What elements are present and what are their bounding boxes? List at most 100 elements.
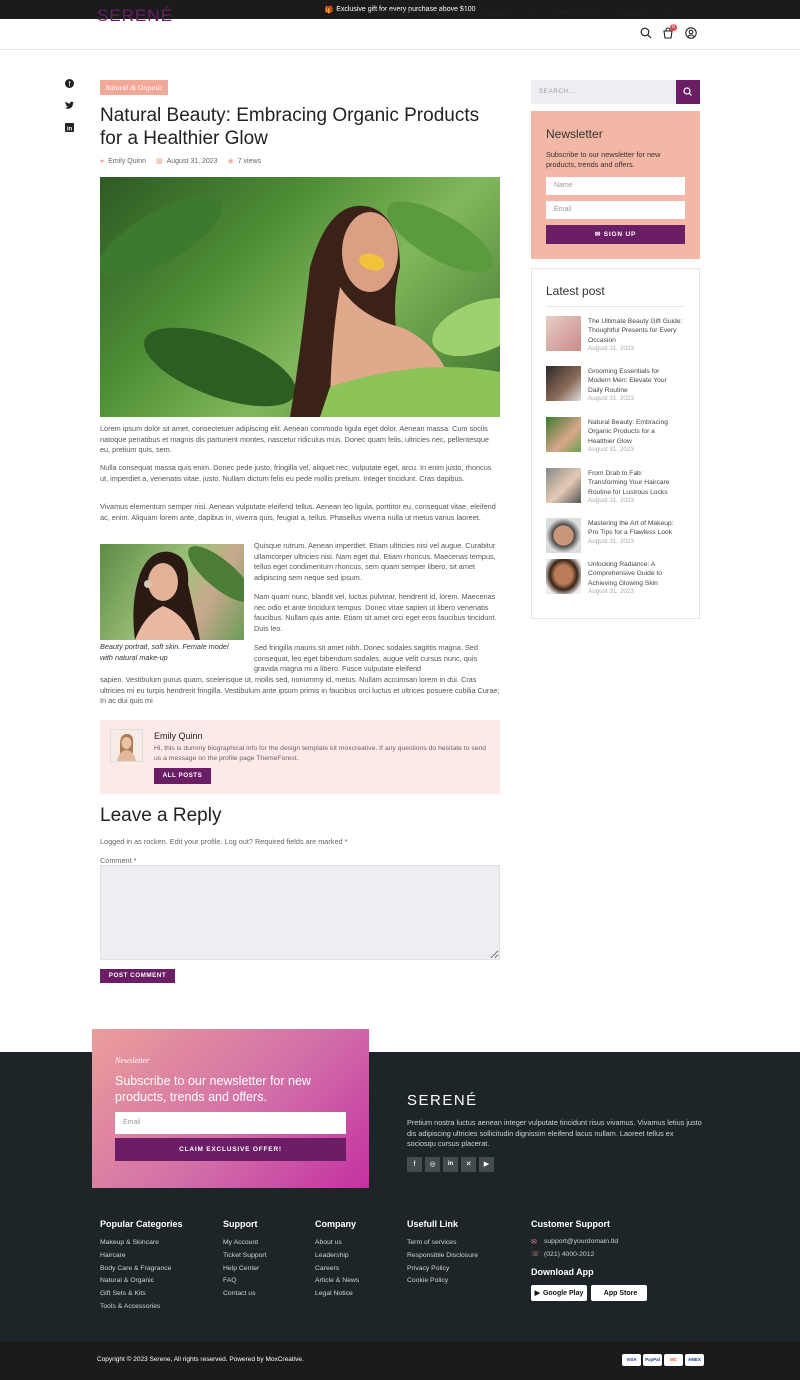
instagram-icon[interactable]: ◎ <box>425 1157 440 1172</box>
latest-post-date: August 31, 2023 <box>588 588 634 595</box>
app-store-button[interactable]: App Store <box>591 1285 647 1301</box>
post-author[interactable]: Emily Quinn <box>108 158 146 165</box>
latest-post-link[interactable]: Mastering the Art of Makeup: Pro Tips fo… <box>588 519 683 538</box>
latest-post-title: Latest post <box>546 284 605 298</box>
footer-link[interactable]: Help Center <box>223 1263 267 1276</box>
latest-post-date: August 31, 2023 <box>588 497 634 504</box>
footer-link[interactable]: About us <box>315 1237 359 1250</box>
facebook-icon[interactable]: f <box>407 1157 422 1172</box>
paragraph-2: Nulla consequat massa quis enim. Donec p… <box>100 463 492 483</box>
signup-button[interactable]: ✉ SIGN UP <box>546 225 685 244</box>
image-caption: Beauty portrait, soft skin. Female model… <box>100 642 229 662</box>
post-comment-button[interactable]: POST COMMENT <box>100 969 175 983</box>
latest-post-link[interactable]: Natural Beauty: Embracing Organic Produc… <box>588 418 683 446</box>
nav-shop[interactable]: SHOP ⌄ <box>487 10 534 18</box>
newsletter-title: Newsletter <box>546 127 603 141</box>
latest-post-link[interactable]: The Ultimate Beauty Gift Guide: Thoughtf… <box>588 317 683 345</box>
footer-email-input[interactable]: Email <box>115 1112 346 1134</box>
twitter-icon[interactable]: ✕ <box>461 1157 476 1172</box>
footer-link[interactable]: Contact us <box>223 1288 267 1301</box>
mastercard-icon: MC <box>664 1354 683 1366</box>
user-icon[interactable] <box>685 27 697 39</box>
youtube-icon[interactable]: ▶ <box>479 1157 494 1172</box>
sidebar-search-input[interactable]: SEARCH... <box>531 80 676 104</box>
footer-col-title: Usefull Link <box>407 1219 459 1229</box>
footer-link[interactable]: Natural & Organic <box>100 1275 171 1288</box>
newsletter-email-input[interactable]: Email <box>546 201 685 219</box>
latest-post-date: August 31, 2023 <box>588 538 634 545</box>
footer-link[interactable]: Privacy Policy <box>407 1263 478 1276</box>
newsletter-name-input[interactable]: Name <box>546 177 685 195</box>
phone-icon: ☏ <box>531 1251 540 1258</box>
reply-title: Leave a Reply <box>100 805 222 826</box>
footer-col-title: Support <box>223 1219 258 1229</box>
latest-post-link[interactable]: From Drab to Fab: Transforming Your Hair… <box>588 469 683 497</box>
inline-portrait-image <box>100 544 244 640</box>
footer-link[interactable]: Responsible Disclosure <box>407 1250 478 1263</box>
mail-icon: ✉ <box>594 231 602 238</box>
post-thumb[interactable] <box>546 559 581 594</box>
post-views: 7 views <box>237 157 262 165</box>
footer-link[interactable]: Makeup & Skincare <box>100 1237 171 1250</box>
visa-icon: VISA <box>622 1354 641 1366</box>
sidebar-search-button[interactable] <box>676 80 700 104</box>
footer-link[interactable]: Haircare <box>100 1250 171 1263</box>
search-icon[interactable] <box>640 27 652 39</box>
google-play-button[interactable]: ▶ Google Play <box>531 1285 587 1301</box>
footer-newsletter-card <box>92 1029 369 1188</box>
footer-link[interactable]: Leadership <box>315 1250 359 1263</box>
footer-link[interactable]: Body Care & Fragrance <box>100 1263 171 1276</box>
footer-link[interactable]: Cookie Policy <box>407 1275 478 1288</box>
post-date: August 31, 2023 <box>166 157 218 165</box>
support-phone[interactable]: (021) 4000-2012 <box>544 1251 594 1258</box>
facebook-icon[interactable]: f <box>64 78 75 89</box>
footer-link[interactable]: FAQ <box>223 1275 267 1288</box>
post-thumb[interactable] <box>546 518 581 553</box>
logged-in-notice: Logged in as rocken. Edit your profile. … <box>100 837 348 846</box>
footer-link[interactable]: Careers <box>315 1263 359 1276</box>
footer-col-title: Company <box>315 1219 357 1229</box>
download-app-title: Download App <box>531 1267 594 1277</box>
cart-count-badge: 0 <box>670 24 677 31</box>
post-thumb[interactable] <box>546 468 581 503</box>
footer-link[interactable]: Tools & Accessories <box>100 1301 171 1314</box>
twitter-icon[interactable] <box>64 100 75 111</box>
author-icon: ● <box>100 157 105 165</box>
nav-contact-us[interactable]: CONTACT US <box>553 10 599 18</box>
all-posts-button[interactable]: ALL POSTS <box>154 768 211 784</box>
footer-link[interactable]: Gift Sets & Kits <box>100 1288 171 1301</box>
linkedin-icon[interactable]: in <box>443 1157 458 1172</box>
footer-col-support: My Account Ticket Support Help Center FA… <box>223 1237 267 1301</box>
latest-post-link[interactable]: Unlocking Radiance: A Comprehensive Guid… <box>588 560 683 588</box>
footer-link[interactable]: Ticket Support <box>223 1250 267 1263</box>
comment-textarea[interactable] <box>100 865 500 960</box>
post-thumb[interactable] <box>546 366 581 401</box>
author-avatar <box>110 729 143 762</box>
play-icon: ▶ <box>534 1290 540 1297</box>
footer-newsletter-label: Newsletter <box>115 1056 150 1065</box>
post-thumb[interactable] <box>546 316 581 351</box>
support-email[interactable]: support@yourdomain.tld <box>544 1238 618 1245</box>
latest-post-link[interactable]: Grooming Essentials for Modern Men: Elev… <box>588 367 683 395</box>
site-logo[interactable]: SERENÉ <box>97 6 173 26</box>
author-name: Emily Quinn <box>154 731 203 741</box>
nav-about-us[interactable]: ABOUT US <box>431 10 468 18</box>
post-meta: ● Emily Quinn ▦ August 31, 2023 ◉ 7 views <box>100 157 262 166</box>
nav-pages[interactable]: PAGES ⌄ <box>618 10 669 18</box>
main-nav: HOMEPAGE ABOUT US SHOP ⌄ CONTACT US PAGE… <box>371 10 688 18</box>
claim-offer-button[interactable]: CLAIM EXCLUSIVE OFFER! <box>115 1138 346 1161</box>
linkedin-icon[interactable]: in <box>64 122 75 133</box>
footer-link[interactable]: Article & News <box>315 1275 359 1288</box>
paragraph-4: sapien. Vestibulum purus quam, scelerisq… <box>100 675 500 705</box>
footer-link[interactable]: My Account <box>223 1237 267 1250</box>
footer-col-useful: Term of services Responsible Disclosure … <box>407 1237 478 1288</box>
copyright: Copyright © 2023 Serene, All rights rese… <box>97 1356 304 1363</box>
footer-col-popular: Makeup & Skincare Haircare Body Care & F… <box>100 1237 171 1314</box>
category-tag[interactable]: Natural & Organic <box>100 80 168 95</box>
post-thumb[interactable] <box>546 417 581 452</box>
footer-logo[interactable]: SERENÉ <box>407 1092 478 1109</box>
side-paragraph-3: Sed fringilla mauris sit amet nibh. Done… <box>254 643 478 673</box>
nav-homepage[interactable]: HOMEPAGE <box>371 10 412 18</box>
footer-link[interactable]: Legal Notice <box>315 1288 359 1301</box>
footer-link[interactable]: Term of services <box>407 1237 478 1250</box>
